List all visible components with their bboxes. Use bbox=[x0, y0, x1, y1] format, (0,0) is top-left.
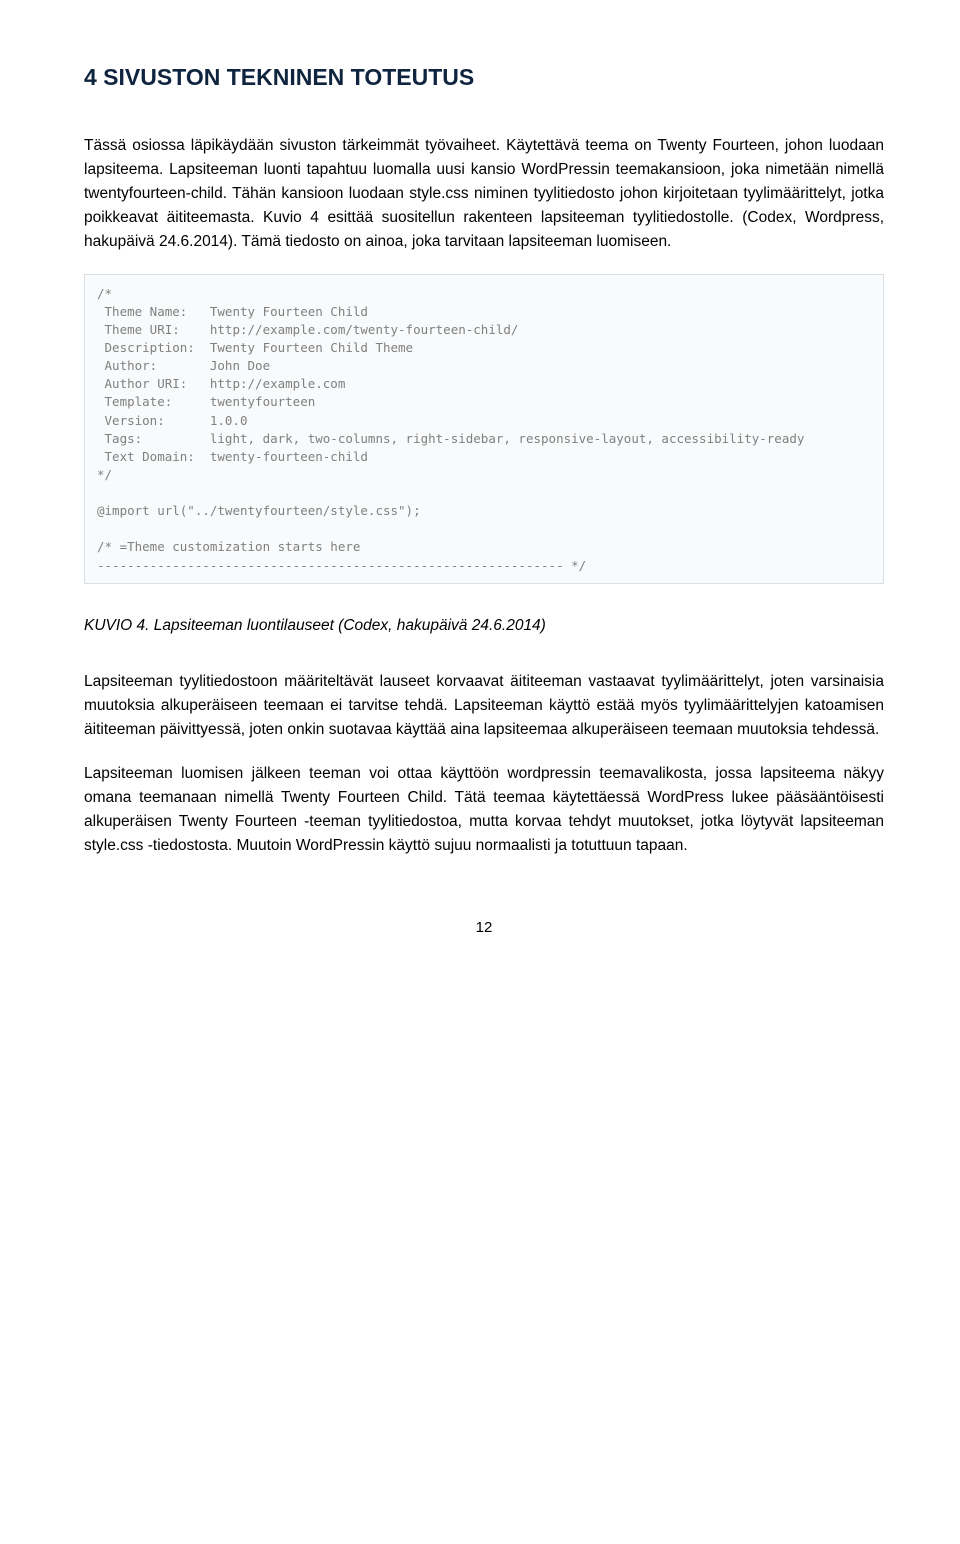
body-paragraph: Lapsiteeman luomisen jälkeen teeman voi … bbox=[84, 762, 884, 858]
code-line: */ bbox=[97, 467, 112, 482]
code-line: /* =Theme customization starts here bbox=[97, 539, 360, 554]
code-line: ----------------------------------------… bbox=[97, 558, 586, 573]
code-line: @import url("../twentyfourteen/style.css… bbox=[97, 503, 421, 518]
code-line: Template: twentyfourteen bbox=[97, 394, 315, 409]
code-line: Theme URI: http://example.com/twenty-fou… bbox=[97, 322, 518, 337]
figure-caption: KUVIO 4. Lapsiteeman luontilauseet (Code… bbox=[84, 614, 884, 638]
intro-paragraph: Tässä osiossa läpikäydään sivuston tärke… bbox=[84, 134, 884, 254]
code-line: Description: Twenty Fourteen Child Theme bbox=[97, 340, 413, 355]
code-line: /* bbox=[97, 286, 112, 301]
section-heading: 4 SIVUSTON TEKNINEN TOTEUTUS bbox=[84, 60, 884, 96]
page-number: 12 bbox=[84, 916, 884, 939]
code-line: Text Domain: twenty-fourteen-child bbox=[97, 449, 368, 464]
body-paragraph: Lapsiteeman tyylitiedostoon määriteltävä… bbox=[84, 670, 884, 742]
code-line: Author: John Doe bbox=[97, 358, 270, 373]
code-line: Author URI: http://example.com bbox=[97, 376, 345, 391]
code-line: Theme Name: Twenty Fourteen Child bbox=[97, 304, 368, 319]
code-block-style-css: /* Theme Name: Twenty Fourteen Child The… bbox=[84, 274, 884, 584]
code-line: Tags: light, dark, two-columns, right-si… bbox=[97, 431, 804, 446]
code-line: Version: 1.0.0 bbox=[97, 413, 248, 428]
